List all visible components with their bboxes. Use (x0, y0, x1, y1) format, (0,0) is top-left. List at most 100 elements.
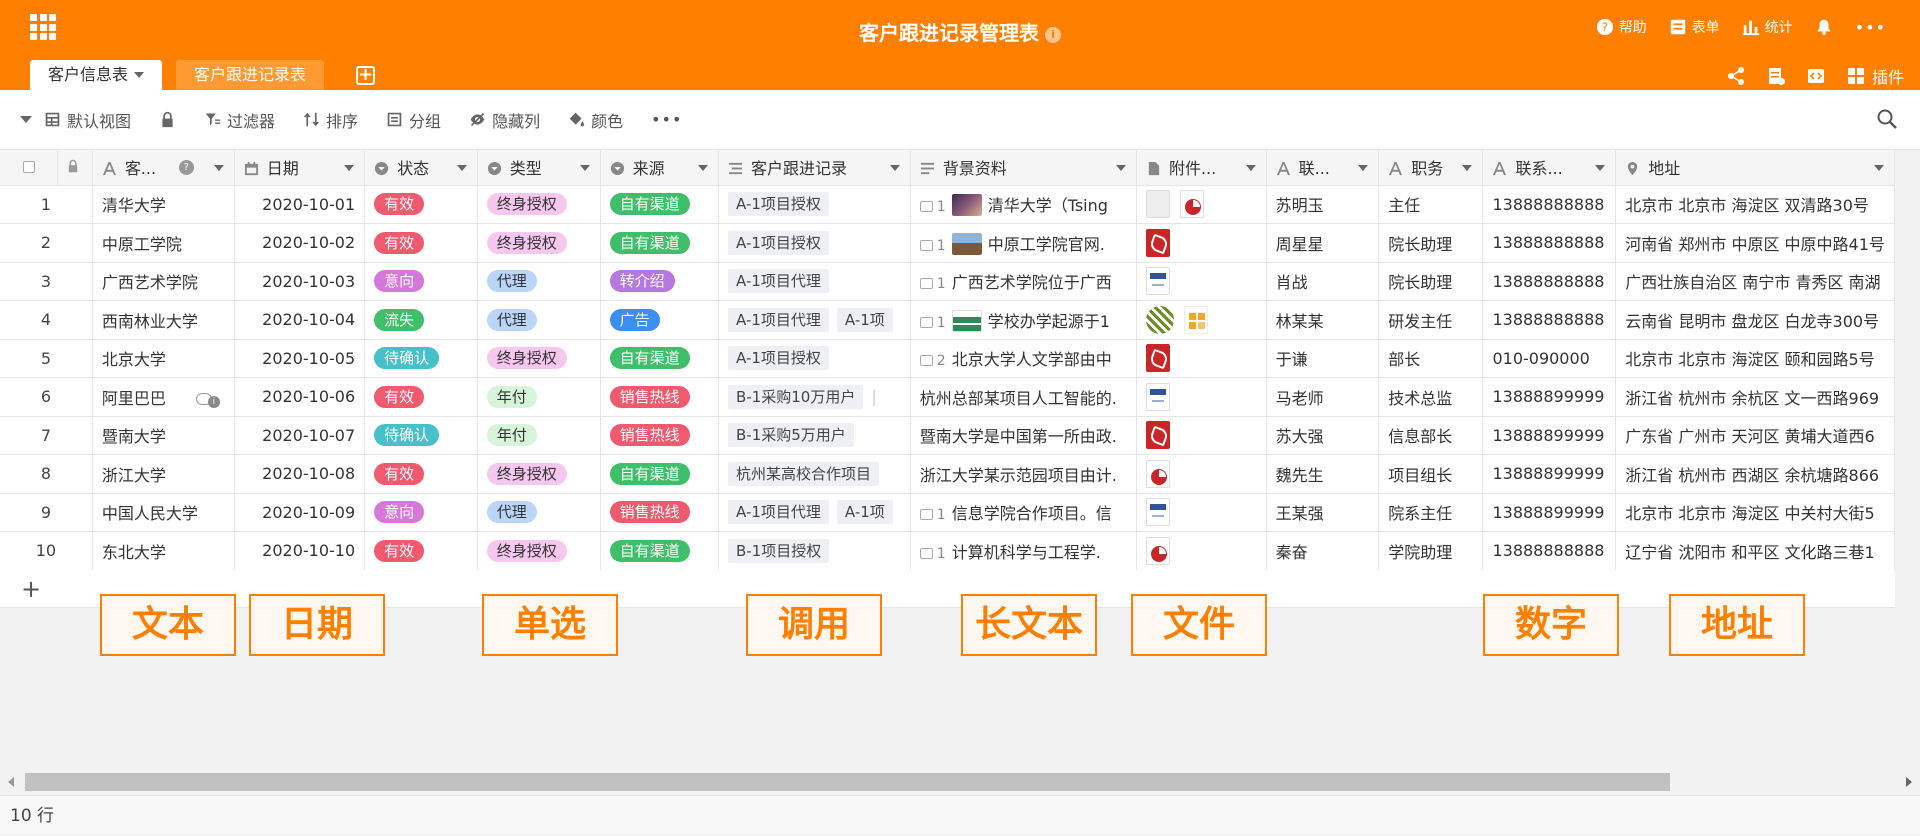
table-row[interactable]: 3 广西艺术学院 2020-10-03 意向 代理 转介绍 A-1项目代理 1 广西艺术学院位于… (0, 262, 1895, 301)
cell-source[interactable]: 销售热线 (600, 377, 720, 417)
cell-contact[interactable]: 魏先生 (1266, 454, 1380, 494)
plugin-button[interactable]: 插件 (1846, 64, 1904, 88)
cell-follow-up[interactable]: B-1项目授权 (718, 531, 911, 571)
cell-attachments[interactable] (1136, 339, 1267, 378)
scrollbar-thumb[interactable] (25, 773, 1670, 791)
cell-status[interactable]: 有效 (364, 377, 478, 417)
cell-phone[interactable]: 010-090000 (1482, 339, 1617, 378)
more-menu-button[interactable]: ••• (1855, 18, 1886, 37)
share-icon[interactable] (1726, 66, 1746, 86)
pdf-file-icon[interactable] (1145, 228, 1170, 257)
cell-phone[interactable]: 13888888888 (1482, 262, 1617, 301)
filter-button[interactable]: 过滤器 (204, 108, 275, 132)
cell-attachments[interactable] (1136, 262, 1267, 301)
select-all-checkbox[interactable] (22, 160, 35, 173)
cell-source[interactable]: 自有渠道 (600, 339, 720, 378)
lock-header[interactable] (57, 150, 93, 186)
cell-attachments[interactable] (1136, 185, 1267, 224)
scroll-right-arrow-icon[interactable] (1906, 777, 1912, 787)
cell-name[interactable]: 广西艺术学院 (92, 262, 235, 301)
default-view-button[interactable]: 默认视图 (44, 108, 131, 132)
row-number[interactable]: 7 (0, 416, 93, 455)
cell-date[interactable]: 2020-10-09 (234, 493, 366, 532)
cell-name[interactable]: 北京大学 (92, 339, 235, 378)
table-row[interactable]: 7 暨南大学 2020-10-07 待确认 年付 销售热线 B-1采购5万用户 暨南大学是中国… (0, 416, 1895, 455)
cell-date[interactable]: 2020-10-07 (234, 416, 366, 455)
cell-attachments[interactable] (1136, 531, 1267, 571)
view-chevron-down-icon[interactable] (20, 116, 32, 123)
form-settings-icon[interactable] (1766, 66, 1786, 86)
cell-phone[interactable]: 13888899999 (1482, 493, 1617, 532)
select-all-header[interactable] (0, 150, 59, 186)
cell-background[interactable]: 暨南大学是中国第一所由政. (910, 416, 1137, 455)
scroll-left-arrow-icon[interactable] (8, 777, 14, 787)
cell-background[interactable]: 1 信息学院合作项目。信 (910, 493, 1137, 532)
column-menu-chevron-icon[interactable] (1115, 165, 1126, 171)
cell-phone[interactable]: 13888899999 (1482, 377, 1617, 417)
doc-file-icon[interactable] (1145, 382, 1170, 411)
cell-name[interactable]: 阿里巴巴 (92, 377, 235, 417)
column-menu-chevron-icon[interactable] (1595, 165, 1606, 171)
cell-contact[interactable]: 秦奋 (1266, 531, 1380, 571)
form-button[interactable]: 表单 (1669, 17, 1720, 37)
table-row[interactable]: 9 中国人民大学 2020-10-09 意向 代理 销售热线 A-1项目代理 A-1项 1 信息学… (0, 493, 1895, 532)
column-header-address[interactable]: 地址 (1615, 150, 1895, 186)
column-header-date[interactable]: 日期 (234, 150, 366, 186)
color-button[interactable]: 颜色 (568, 108, 623, 132)
tab-customer-info[interactable]: 客户信息表 (30, 60, 163, 90)
linked-record-tag[interactable]: A-1项 (836, 307, 893, 332)
cell-status[interactable]: 有效 (364, 185, 478, 224)
cell-role[interactable]: 部长 (1378, 339, 1484, 378)
hide-columns-button[interactable]: 隐藏列 (469, 108, 540, 132)
column-header-source[interactable]: 来源 (600, 150, 720, 186)
cell-role[interactable]: 院系主任 (1378, 493, 1484, 532)
table-row[interactable]: 4 西南林业大学 2020-10-04 流失 代理 广告 A-1项目代理 A-1项 1 学校办学起… (0, 300, 1895, 340)
cell-name[interactable]: 浙江大学 (92, 454, 235, 494)
ppt-file-icon[interactable] (1145, 459, 1170, 488)
stats-button[interactable]: 统计 (1742, 17, 1793, 37)
column-menu-chevron-icon[interactable] (1245, 165, 1256, 171)
cell-background[interactable]: 1 计算机科学与工程学. (910, 531, 1137, 571)
row-number[interactable]: 3 (0, 262, 93, 301)
row-number[interactable]: 2 (0, 223, 93, 263)
cell-status[interactable]: 待确认 (364, 339, 478, 378)
cell-follow-up[interactable]: A-1项目授权 (718, 339, 911, 378)
cell-contact[interactable]: 王某强 (1266, 493, 1380, 532)
column-header-status[interactable]: 状态 (364, 150, 478, 186)
linked-count-badge[interactable]: 1 (919, 546, 946, 562)
cell-contact[interactable]: 周星星 (1266, 223, 1380, 263)
background-image-thumbnail[interactable] (951, 232, 982, 255)
cell-name[interactable]: 清华大学 (92, 185, 235, 224)
linked-record-tag[interactable]: 杭州某高校合作项目 (728, 461, 880, 486)
cell-phone[interactable]: 13888888888 (1482, 185, 1617, 224)
cell-follow-up[interactable]: B-1采购5万用户 (718, 416, 911, 455)
cell-contact[interactable]: 苏大强 (1266, 416, 1380, 455)
app-grid-icon[interactable] (30, 14, 56, 40)
cell-type[interactable]: 终身授权 (477, 185, 601, 224)
row-number[interactable]: 10 (0, 531, 93, 571)
cell-type[interactable]: 终身授权 (477, 531, 601, 571)
add-sheet-button[interactable]: + (356, 66, 375, 85)
pdf-file-icon[interactable] (1145, 344, 1170, 373)
cell-type[interactable]: 终身授权 (477, 223, 601, 263)
column-menu-chevron-icon[interactable] (213, 165, 224, 171)
cell-type[interactable]: 代理 (477, 493, 601, 532)
cell-role[interactable]: 学院助理 (1378, 531, 1484, 571)
cell-date[interactable]: 2020-10-02 (234, 223, 366, 263)
cell-follow-up[interactable]: A-1项目代理 A-1项 (718, 493, 911, 532)
cell-status[interactable]: 意向 (364, 262, 478, 301)
cell-follow-up[interactable]: A-1项目代理 A-1项 (718, 300, 911, 340)
cell-status[interactable]: 有效 (364, 223, 478, 263)
column-menu-chevron-icon[interactable] (1462, 165, 1473, 171)
column-header-contact[interactable]: 联... (1266, 150, 1380, 186)
column-menu-chevron-icon[interactable] (1874, 165, 1884, 171)
cell-follow-up[interactable]: A-1项目代理 (718, 262, 911, 301)
cell-background[interactable]: 浙江大学某示范园项目由计. (910, 454, 1137, 494)
table-row[interactable]: 8 浙江大学 2020-10-08 有效 终身授权 自有渠道 杭州某高校合作项目 浙江大学某示… (0, 454, 1895, 494)
linked-record-tag[interactable]: A-1项目代理 (728, 307, 829, 332)
linked-count-badge[interactable]: 1 (919, 315, 946, 331)
row-number[interactable]: 1 (0, 185, 93, 224)
cell-contact[interactable]: 于谦 (1266, 339, 1380, 378)
cell-attachments[interactable] (1136, 300, 1267, 340)
qr-file-icon[interactable] (1145, 305, 1174, 334)
